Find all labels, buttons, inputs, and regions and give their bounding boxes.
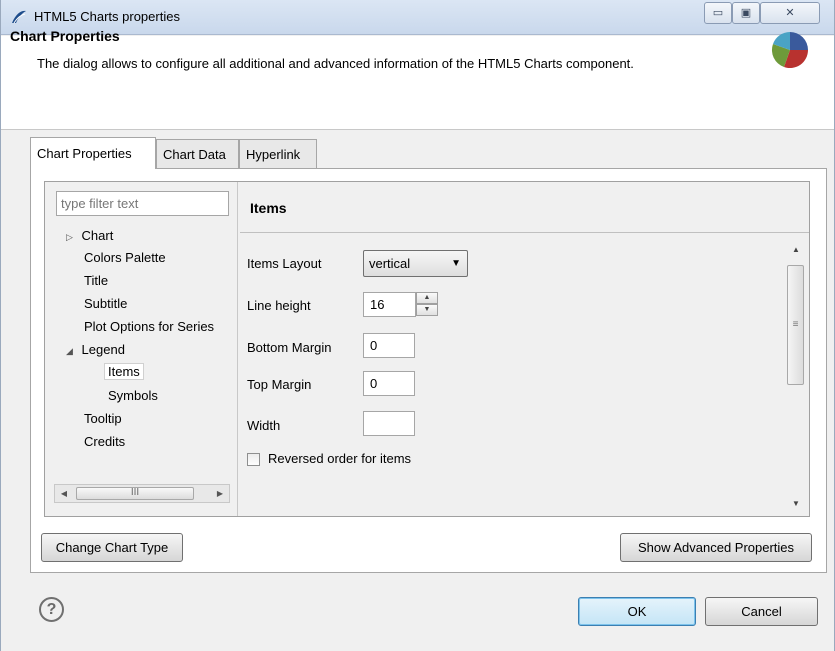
reversed-order-label[interactable]: Reversed order for items [268, 451, 411, 466]
properties-title: Items [250, 200, 287, 216]
width-label: Width [247, 418, 281, 433]
tree-horizontal-scrollbar[interactable]: ◀ III ▶ [54, 484, 230, 503]
line-height-input[interactable]: 16 [363, 292, 416, 317]
scroll-up-icon[interactable]: ▲ [786, 240, 806, 260]
cancel-button[interactable]: Cancel [705, 597, 818, 626]
window-title: HTML5 Charts properties [34, 9, 180, 24]
tab-chart-data[interactable]: Chart Data [156, 139, 239, 169]
tree-item-chart[interactable]: ▷ Chart [66, 224, 113, 247]
collapse-arrow-icon[interactable]: ◢ [66, 346, 73, 356]
bottom-margin-input[interactable]: 0 [363, 333, 415, 358]
pie-chart-icon [770, 30, 810, 70]
tree-item-legend[interactable]: ◢ Legend [66, 338, 125, 361]
width-input[interactable] [363, 411, 415, 436]
scroll-thumb[interactable]: ≡ [787, 265, 804, 385]
top-margin-label: Top Margin [247, 377, 312, 392]
scroll-down-icon[interactable]: ▼ [786, 494, 806, 514]
scroll-thumb[interactable]: III [76, 487, 194, 500]
header-title: Chart Properties [10, 28, 120, 44]
items-layout-value: vertical [369, 256, 411, 271]
properties-header [240, 182, 809, 233]
bottom-margin-label: Bottom Margin [247, 340, 332, 355]
tree-item-items[interactable]: Items [104, 360, 144, 383]
help-icon[interactable]: ? [39, 597, 64, 622]
tree-item-title[interactable]: Title [84, 269, 108, 292]
tree-item-label: Items [104, 363, 144, 380]
reversed-order-checkbox[interactable] [247, 453, 260, 466]
scroll-left-icon[interactable]: ◀ [56, 486, 72, 501]
header-description: The dialog allows to configure all addit… [37, 56, 634, 71]
tree-item-subtitle[interactable]: Subtitle [84, 292, 127, 315]
tab-chart-properties[interactable]: Chart Properties [30, 137, 156, 169]
tree-item-symbols[interactable]: Symbols [108, 384, 158, 407]
items-layout-label: Items Layout [247, 256, 322, 271]
properties-vertical-scrollbar[interactable]: ▲ ≡ ▼ [786, 240, 806, 514]
line-height-label: Line height [247, 298, 311, 313]
ok-button[interactable]: OK [578, 597, 696, 626]
show-advanced-properties-button[interactable]: Show Advanced Properties [620, 533, 812, 562]
tree-item-label: Legend [81, 342, 125, 357]
spinner-down-icon[interactable]: ▼ [416, 304, 438, 316]
tree-item-label: Chart [81, 228, 114, 243]
dialog-header [1, 36, 834, 130]
dropdown-arrow-icon: ▼ [451, 258, 461, 269]
app-icon [10, 9, 28, 25]
tab-hyperlink[interactable]: Hyperlink [239, 139, 317, 169]
tree-item-plot-options[interactable]: Plot Options for Series [84, 315, 234, 338]
close-button[interactable]: ✕ [760, 2, 820, 24]
filter-input[interactable] [56, 191, 229, 216]
change-chart-type-button[interactable]: Change Chart Type [41, 533, 183, 562]
maximize-button[interactable]: ▣ [732, 2, 760, 24]
tree-item-tooltip[interactable]: Tooltip [84, 407, 122, 430]
tree-item-credits[interactable]: Credits [84, 430, 125, 453]
items-layout-select[interactable]: vertical ▼ [363, 250, 468, 277]
top-margin-input[interactable]: 0 [363, 371, 415, 396]
expand-arrow-icon[interactable]: ▷ [66, 232, 73, 242]
spinner-up-icon[interactable]: ▲ [416, 292, 438, 304]
scroll-right-icon[interactable]: ▶ [212, 486, 228, 501]
tree-item-colors-palette[interactable]: Colors Palette [84, 246, 166, 269]
properties-body [240, 234, 809, 516]
minimize-button[interactable]: ▭ [704, 2, 732, 24]
